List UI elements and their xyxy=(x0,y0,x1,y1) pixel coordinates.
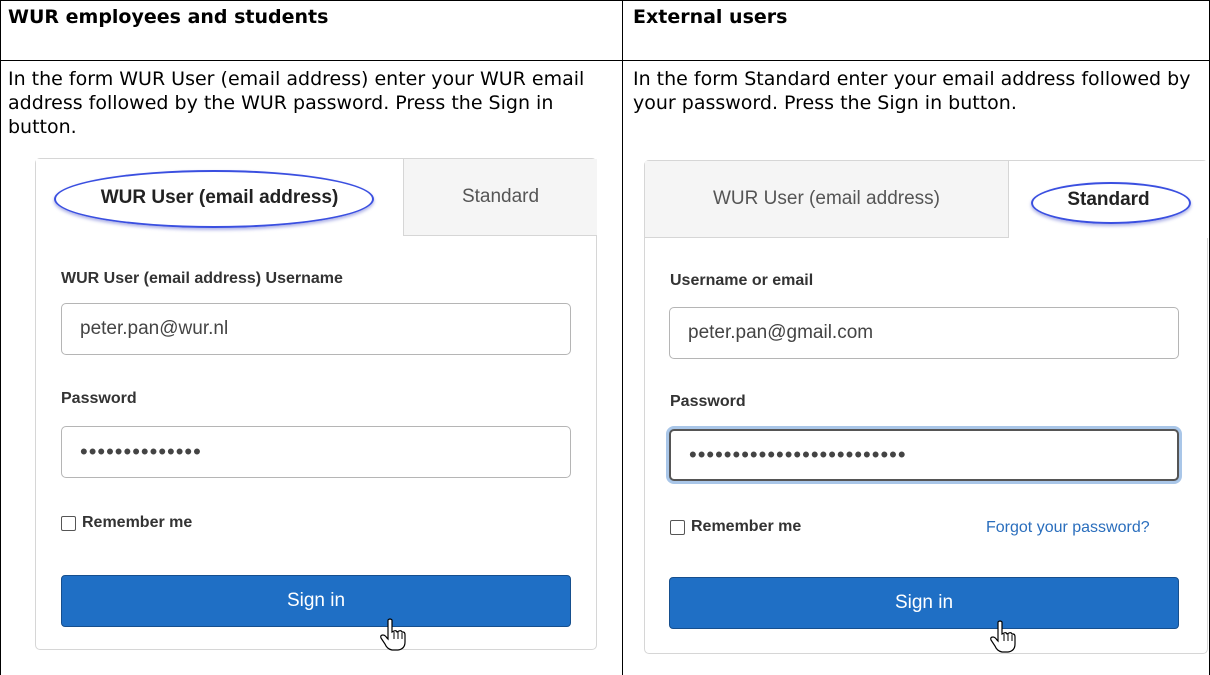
instructions-external: In the form Standard enter your email ad… xyxy=(633,68,1191,114)
tab-wur-user-label: WUR User (email address) xyxy=(713,188,940,209)
forgot-password-link[interactable]: Forgot your password? xyxy=(986,519,1150,537)
username-field[interactable]: peter.pan@gmail.com xyxy=(669,307,1179,359)
login-tabs: WUR User (email address) Standard xyxy=(36,159,597,236)
username-label: Username or email xyxy=(670,272,814,289)
table-border-top xyxy=(0,0,1210,1)
tab-wur-user-label: WUR User (email address) xyxy=(100,186,339,208)
table-header-divider xyxy=(0,60,1210,61)
tab-standard-label: Standard xyxy=(461,186,540,207)
table-divider-middle xyxy=(622,0,623,675)
remember-me-checkbox[interactable] xyxy=(61,515,76,531)
instructions-wur: In the form WUR User (email address) ent… xyxy=(8,68,585,138)
tab-wur-user[interactable]: WUR User (email address) xyxy=(36,159,404,236)
password-field[interactable]: •••••••••••••• xyxy=(61,426,571,478)
column-header-wur: WUR employees and students xyxy=(8,6,329,28)
sign-in-button[interactable]: Sign in xyxy=(61,575,571,627)
column-header-external: External users xyxy=(633,6,788,28)
login-form-wur: WUR User (email address) Username peter.… xyxy=(36,236,596,649)
remember-me-standard[interactable]: Remember me xyxy=(670,518,801,536)
username-label: WUR User (email address) Username xyxy=(61,270,343,287)
password-label: Password xyxy=(670,393,746,410)
remember-me-checkbox[interactable] xyxy=(670,519,685,535)
tab-standard-label: Standard xyxy=(1067,188,1150,210)
hand-pointer-icon xyxy=(380,618,406,651)
tab-standard[interactable]: Standard xyxy=(404,159,597,236)
tab-standard[interactable]: Standard xyxy=(1008,161,1208,238)
tab-wur-user[interactable]: WUR User (email address) xyxy=(645,161,1008,238)
login-panel-standard: WUR User (email address) Standard Userna… xyxy=(644,160,1208,654)
login-form-standard: Username or email peter.pan@gmail.com Pa… xyxy=(645,238,1207,653)
password-field[interactable]: ••••••••••••••••••••••••• xyxy=(669,429,1179,481)
username-field[interactable]: peter.pan@wur.nl xyxy=(61,303,571,355)
table-border-left xyxy=(0,0,1,675)
remember-me-wur[interactable]: Remember me xyxy=(61,514,192,532)
password-label: Password xyxy=(61,390,137,407)
login-tabs: WUR User (email address) Standard xyxy=(645,161,1208,238)
hand-pointer-icon xyxy=(990,620,1016,653)
sign-in-button[interactable]: Sign in xyxy=(669,577,1179,629)
login-panel-wur: WUR User (email address) Standard WUR Us… xyxy=(35,158,597,650)
remember-me-label: Remember me xyxy=(691,518,802,535)
remember-me-label: Remember me xyxy=(82,514,193,531)
